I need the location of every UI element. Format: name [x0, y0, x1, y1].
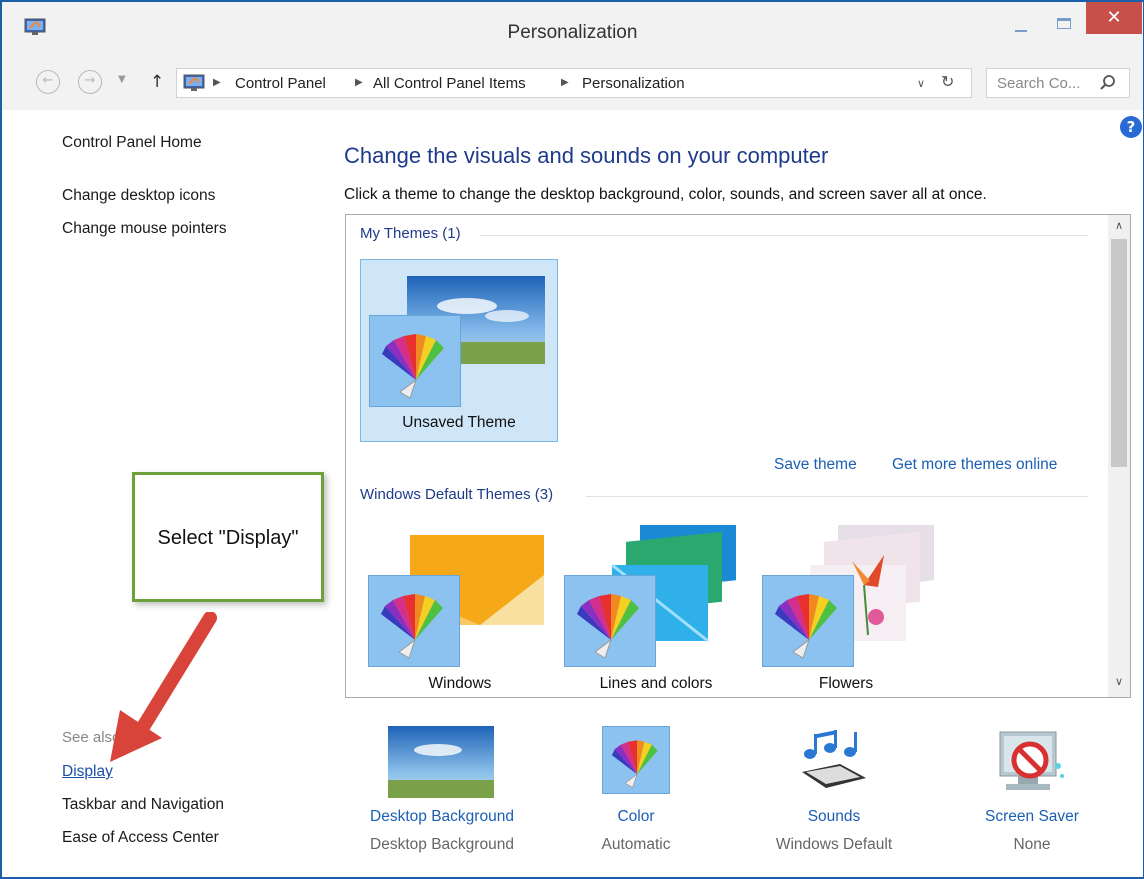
- back-button[interactable]: ←: [36, 70, 60, 94]
- setting-value: None: [1013, 836, 1051, 853]
- color-fan-icon: [369, 315, 461, 407]
- callout-text: Select "Display": [157, 527, 299, 549]
- recent-locations-button[interactable]: ▼: [118, 74, 126, 85]
- maximize-icon: [1057, 18, 1071, 29]
- divider: [480, 235, 1088, 236]
- color-fan-icon: [564, 575, 656, 667]
- setting-label[interactable]: Sounds: [734, 808, 934, 826]
- address-bar: ← → ▼ ↑ ▶ Control Panel ▶ All Control Pa…: [2, 54, 1143, 110]
- close-button[interactable]: ✕: [1086, 2, 1142, 34]
- control-panel-icon: [183, 74, 205, 91]
- scroll-down-icon[interactable]: ∨: [1108, 675, 1130, 688]
- change-mouse-pointers-link[interactable]: Change mouse pointers: [62, 220, 227, 238]
- address-dropdown-icon[interactable]: ∨: [917, 77, 925, 90]
- ease-of-access-link[interactable]: Ease of Access Center: [62, 829, 219, 847]
- setting-label[interactable]: Screen Saver: [932, 808, 1132, 826]
- back-arrow-icon: ←: [42, 73, 54, 88]
- screen-saver-icon: [999, 731, 1064, 790]
- personalization-window: Personalization ✕ ← → ▼ ↑ ▶ Control Pane…: [0, 0, 1144, 879]
- up-button[interactable]: ↑: [150, 72, 164, 92]
- refresh-icon[interactable]: ↻: [941, 72, 954, 91]
- search-input[interactable]: Search Co...: [986, 68, 1130, 98]
- address-field[interactable]: ▶ Control Panel ▶ All Control Panel Item…: [176, 68, 972, 98]
- scroll-thumb[interactable]: [1111, 239, 1127, 467]
- theme-flowers[interactable]: Flowers: [754, 525, 954, 695]
- theme-windows[interactable]: Windows: [360, 525, 560, 695]
- search-icon[interactable]: [1099, 74, 1117, 92]
- change-desktop-icons-link[interactable]: Change desktop icons: [62, 187, 215, 205]
- breadcrumb-control-panel[interactable]: Control Panel: [235, 75, 326, 92]
- red-arrow-icon: [110, 612, 217, 762]
- theme-label: Unsaved Theme: [402, 414, 516, 431]
- search-placeholder: Search Co...: [997, 75, 1081, 92]
- theme-unsaved[interactable]: Unsaved Theme: [360, 259, 558, 442]
- save-theme-link[interactable]: Save theme: [774, 456, 857, 474]
- breadcrumb-separator-icon[interactable]: ▶: [213, 77, 221, 88]
- themes-scrollbar[interactable]: ∧ ∨: [1108, 215, 1130, 697]
- sounds-icon: [802, 730, 866, 788]
- up-arrow-icon: ↑: [150, 72, 165, 92]
- scroll-up-icon[interactable]: ∧: [1108, 219, 1130, 232]
- breadcrumb-personalization[interactable]: Personalization: [582, 75, 685, 92]
- get-more-themes-link[interactable]: Get more themes online: [892, 456, 1057, 474]
- color-fan-icon: [762, 575, 854, 667]
- default-themes-header: Windows Default Themes (3): [360, 486, 554, 503]
- theme-label: Windows: [428, 675, 492, 692]
- page-subtitle: Click a theme to change the desktop back…: [344, 186, 987, 203]
- instruction-callout: Select "Display": [132, 472, 324, 602]
- breadcrumb-all-items[interactable]: All Control Panel Items: [373, 75, 526, 92]
- forward-button[interactable]: →: [78, 70, 102, 94]
- setting-label[interactable]: Color: [536, 808, 736, 826]
- my-themes-header: My Themes (1): [360, 225, 461, 242]
- themes-list: My Themes (1) Unsaved Theme Save theme G…: [345, 214, 1131, 698]
- setting-value: Windows Default: [775, 836, 893, 853]
- minimize-icon: [1015, 30, 1027, 32]
- divider: [586, 496, 1088, 497]
- theme-lines-and-colors[interactable]: Lines and colors: [556, 525, 756, 695]
- window-title: Personalization: [507, 22, 638, 43]
- breadcrumb-separator-icon[interactable]: ▶: [355, 77, 363, 88]
- theme-label: Flowers: [818, 675, 874, 692]
- minimize-button[interactable]: [1006, 16, 1036, 40]
- help-icon[interactable]: ?: [1120, 116, 1142, 138]
- theme-label: Lines and colors: [599, 675, 713, 692]
- color-fan-icon: [368, 575, 460, 667]
- maximize-button[interactable]: [1048, 14, 1078, 38]
- setting-value: Automatic: [601, 836, 671, 853]
- setting-label[interactable]: Desktop Background: [342, 808, 542, 826]
- title-bar: Personalization ✕: [2, 2, 1143, 54]
- close-icon: ✕: [1106, 7, 1122, 28]
- page-title: Change the visuals and sounds on your co…: [344, 143, 829, 168]
- forward-arrow-icon: →: [84, 73, 96, 88]
- color-icon: [602, 726, 670, 794]
- taskbar-navigation-link[interactable]: Taskbar and Navigation: [62, 796, 224, 814]
- desktop-background-icon: [388, 726, 494, 798]
- setting-value: Desktop Background: [370, 836, 514, 853]
- breadcrumb-separator-icon[interactable]: ▶: [561, 77, 569, 88]
- chevron-down-icon: ▼: [118, 74, 126, 85]
- control-panel-home-link[interactable]: Control Panel Home: [62, 134, 202, 152]
